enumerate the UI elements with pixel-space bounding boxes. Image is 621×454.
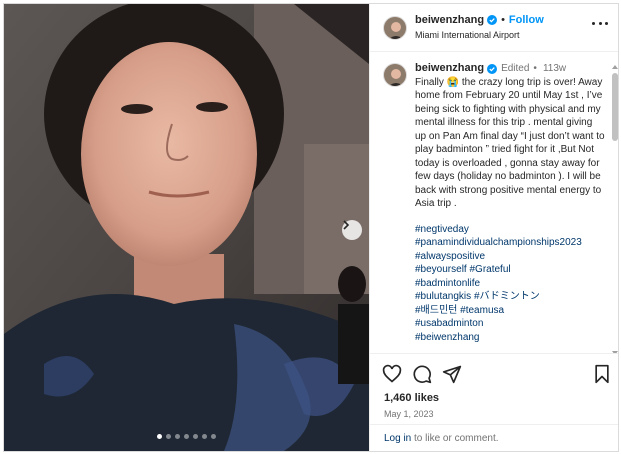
- hashtag-line: #beiwenzhang: [415, 331, 605, 345]
- login-link[interactable]: Log in: [384, 433, 411, 444]
- login-prompt: Log in to like or comment.: [370, 424, 618, 451]
- hashtag-line: #배드민턴 #teamusa: [415, 304, 605, 318]
- hashtag-line: #negtiveday: [415, 223, 605, 237]
- header-user-line: beiwenzhang • Follow: [415, 14, 544, 26]
- time-ago[interactable]: 113w: [543, 62, 566, 76]
- more-options-button[interactable]: [592, 22, 608, 28]
- verified-badge-icon: [487, 63, 498, 74]
- caption-avatar[interactable]: [383, 63, 407, 87]
- more-options-icon: [605, 22, 608, 25]
- hashtag-line: #badmintonlife: [415, 277, 605, 291]
- share-icon[interactable]: [442, 364, 462, 384]
- hashtag-link[interactable]: #teamusa: [460, 305, 504, 316]
- caption-username[interactable]: beiwenzhang: [415, 62, 484, 76]
- edited-label: Edited: [501, 63, 530, 74]
- carousel-dot: [202, 434, 207, 439]
- hashtag-list: #negtiveday #panamindividualchampionships…: [415, 223, 605, 345]
- carousel-dot: [175, 434, 180, 439]
- hashtag-link[interactable]: #usabadminton: [415, 318, 483, 329]
- hashtag-line: #beyourself #Grateful: [415, 263, 605, 277]
- bookmark-icon[interactable]: [592, 364, 612, 384]
- hashtag-link[interactable]: #beyourself: [415, 264, 467, 275]
- caption-dot: •: [533, 63, 537, 74]
- hashtag-link[interactable]: #バドミントン: [474, 291, 540, 302]
- avatar-image: [384, 17, 406, 39]
- carousel-dot: [166, 434, 171, 439]
- more-options-icon: [592, 22, 595, 25]
- hashtag-link[interactable]: #배드민턴: [415, 305, 457, 316]
- caption-text: Finally 😭 the crazy long trip is over! A…: [415, 76, 608, 210]
- post-panel: beiwenzhang • Follow Miami International…: [369, 4, 618, 451]
- hashtag-link[interactable]: #panamindividualchampionships2023: [415, 237, 582, 248]
- post-header: beiwenzhang • Follow Miami International…: [370, 4, 618, 52]
- comments-area[interactable]: beiwenzhang Edited • 113w Finally 😭 the …: [370, 53, 618, 353]
- hashtag-link[interactable]: #badmintonlife: [415, 278, 480, 289]
- separator: •: [501, 14, 505, 26]
- selfie-image: [4, 4, 369, 451]
- post-date[interactable]: May 1, 2023: [384, 409, 434, 419]
- next-photo-button[interactable]: [342, 220, 362, 240]
- hashtag-link[interactable]: #negtiveday: [415, 224, 469, 235]
- hashtag-link[interactable]: #bulutangkis: [415, 291, 471, 302]
- verified-badge-icon: [487, 15, 498, 25]
- hashtag-line: #alwayspositive: [415, 250, 605, 264]
- post-photo[interactable]: [4, 4, 369, 451]
- avatar-image: [384, 64, 406, 86]
- carousel-dot: [193, 434, 198, 439]
- action-bar: 1,460 likes May 1, 2023 Log in to like o…: [370, 353, 618, 451]
- carousel-dot: [211, 434, 216, 439]
- chevron-right-icon: [343, 220, 350, 230]
- hashtag-line: #panamindividualchampionships2023: [415, 236, 605, 250]
- scrollbar[interactable]: [612, 65, 618, 353]
- hashtag-link[interactable]: #Grateful: [469, 264, 510, 275]
- username-link[interactable]: beiwenzhang: [415, 14, 484, 26]
- login-suffix: to like or comment.: [411, 433, 499, 444]
- caption: beiwenzhang Edited • 113w Finally 😭 the …: [415, 62, 605, 344]
- hashtag-link[interactable]: #alwayspositive: [415, 251, 485, 262]
- carousel-dot: [157, 434, 162, 439]
- caption-header: beiwenzhang Edited • 113w: [415, 62, 605, 76]
- scroll-up-arrow[interactable]: [612, 65, 618, 69]
- carousel-indicator: [4, 434, 369, 439]
- avatar[interactable]: [383, 16, 407, 40]
- comment-icon[interactable]: [412, 364, 432, 384]
- more-options-icon: [598, 22, 602, 25]
- heart-icon[interactable]: [382, 364, 402, 384]
- follow-button[interactable]: Follow: [509, 14, 544, 26]
- location-link[interactable]: Miami International Airport: [415, 30, 520, 40]
- hashtag-link[interactable]: #beiwenzhang: [415, 332, 480, 343]
- post-dialog: beiwenzhang • Follow Miami International…: [3, 3, 619, 452]
- hashtag-line: #usabadminton: [415, 317, 605, 331]
- likes-count[interactable]: 1,460 likes: [384, 392, 439, 404]
- scrollbar-thumb[interactable]: [612, 73, 618, 141]
- carousel-dot: [184, 434, 189, 439]
- hashtag-line: #bulutangkis #バドミントン: [415, 290, 605, 304]
